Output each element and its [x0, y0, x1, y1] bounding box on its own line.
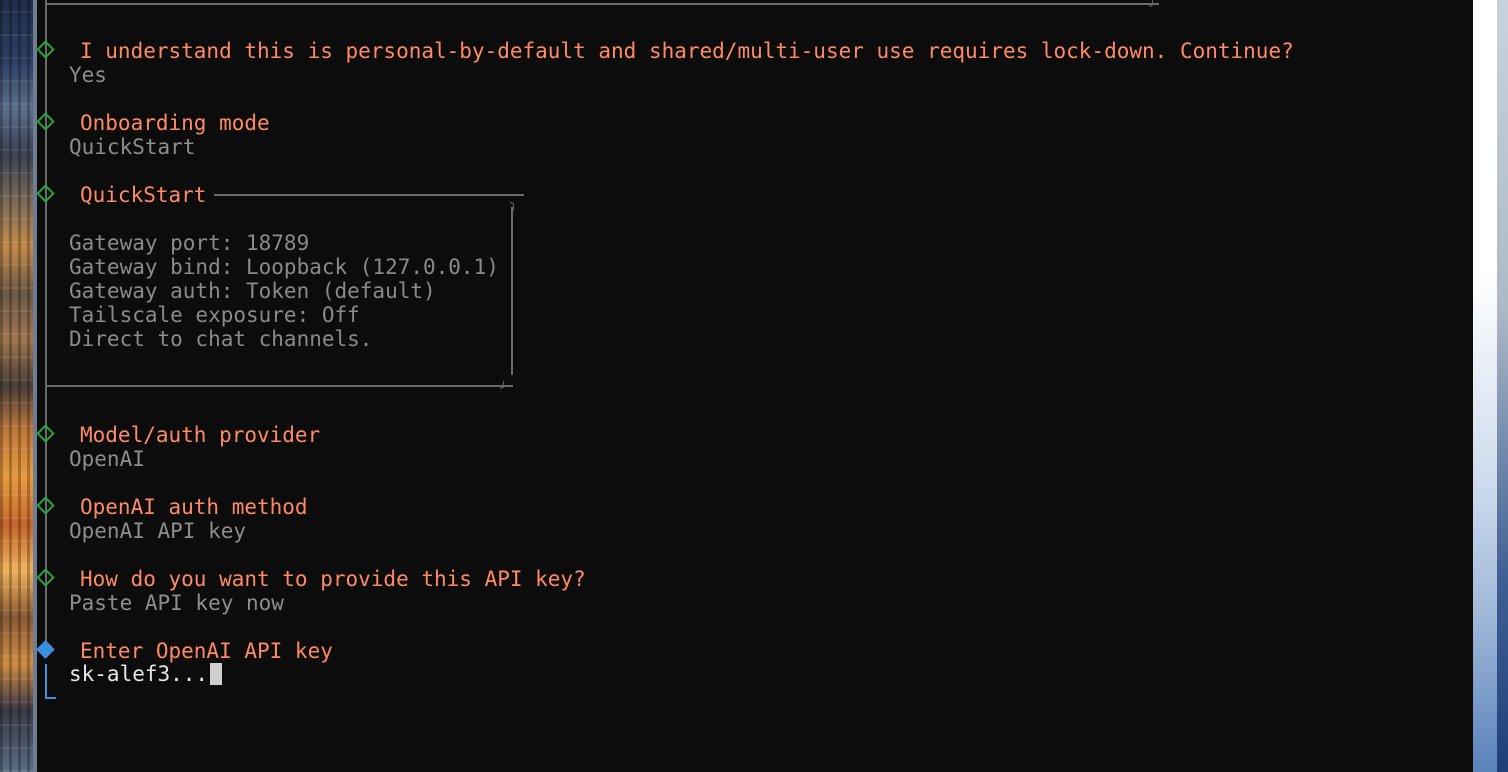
completed-step-marker — [36, 184, 55, 203]
quickstart-box-title: QuickStart — [80, 183, 207, 207]
api-key-input[interactable]: sk-alef3... — [69, 662, 223, 686]
active-input-rail — [45, 664, 47, 698]
quickstart-line: Direct to chat channels. — [69, 327, 373, 351]
prompt-question: Onboarding mode — [80, 111, 270, 135]
wizard-rail — [45, 0, 47, 652]
prompt-answer: OpenAI — [69, 447, 145, 471]
prompt-answer: OpenAI API key — [69, 519, 247, 543]
prompt-answer: QuickStart — [69, 135, 196, 159]
quickstart-line: Tailscale exposure: Off — [69, 303, 360, 327]
prompt-question: OpenAI auth method — [80, 495, 308, 519]
quickstart-line: Gateway bind: Loopback (127.0.0.1) — [69, 255, 499, 279]
terminal-window[interactable]: ╯ I understand this is personal-by-defau… — [36, 0, 1473, 772]
prompt-question: Model/auth provider — [80, 423, 321, 447]
completed-step-marker — [36, 112, 55, 131]
quickstart-box-bottom-border — [45, 385, 513, 387]
desktop-taskbar-edge — [1497, 0, 1508, 772]
completed-step-marker — [36, 424, 55, 443]
previous-box-bottom-border — [45, 3, 1159, 5]
completed-step-marker — [36, 568, 55, 587]
quickstart-box-right-border — [511, 207, 513, 375]
active-prompt-question: Enter OpenAI API key — [80, 639, 333, 663]
quickstart-box-top-border — [214, 194, 524, 196]
prompt-question: How do you want to provide this API key? — [80, 567, 586, 591]
active-input-rail-foot — [45, 697, 56, 699]
quickstart-line: Gateway auth: Token (default) — [69, 279, 436, 303]
completed-step-marker — [36, 496, 55, 515]
quickstart-box-corner-bottom: ╯ — [500, 381, 508, 395]
prompt-answer: Paste API key now — [69, 591, 284, 615]
previous-box-corner: ╯ — [1149, 0, 1157, 13]
text-cursor — [210, 663, 223, 685]
desktop-background-left — [0, 0, 33, 772]
prompt-question: I understand this is personal-by-default… — [80, 39, 1294, 63]
api-key-input-value[interactable]: sk-alef3... — [69, 662, 208, 686]
active-step-marker — [36, 640, 55, 659]
completed-step-marker — [36, 40, 55, 59]
prompt-answer: Yes — [69, 63, 107, 87]
quickstart-line: Gateway port: 18789 — [69, 231, 310, 255]
